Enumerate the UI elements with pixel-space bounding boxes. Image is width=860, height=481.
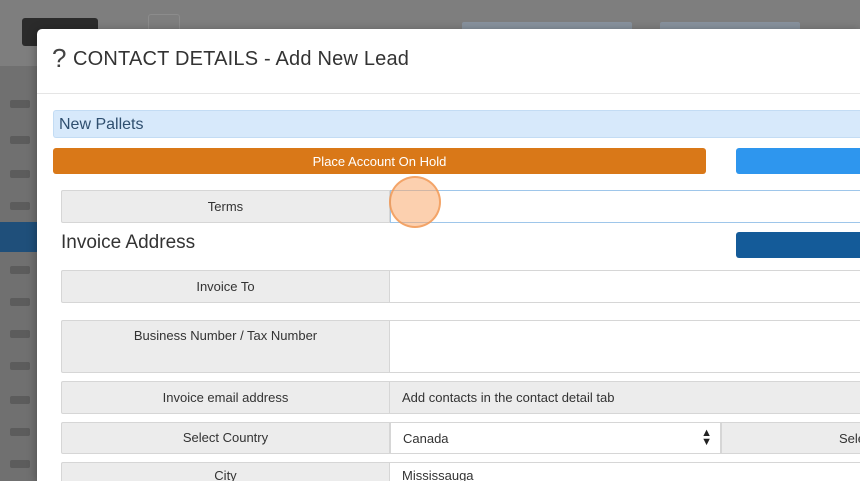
select-country-label: Select Country: [61, 422, 390, 454]
background-sidebar-item: [10, 298, 30, 306]
company-name: New Pallets: [59, 116, 144, 133]
invoice-address-title: Invoice Address: [61, 232, 196, 253]
business-number-input[interactable]: [390, 320, 860, 373]
action-button[interactable]: [736, 148, 860, 174]
city-label: City: [61, 462, 390, 481]
invoice-email-label: Invoice email address: [61, 381, 390, 414]
background-sidebar-item: [10, 202, 30, 210]
contact-details-modal: ? CONTACT DETAILS - Add New Lead New Pal…: [37, 29, 860, 481]
modal-header: ? CONTACT DETAILS - Add New Lead: [37, 29, 860, 94]
invoice-email-value: Add contacts in the contact detail tab: [390, 381, 860, 414]
background-sidebar-item: [10, 362, 30, 370]
select-province-label: Sele: [721, 422, 860, 454]
invoice-to-input[interactable]: [390, 270, 860, 303]
background-sidebar-item: [10, 460, 30, 468]
background-sidebar-item: [10, 330, 30, 338]
place-account-on-hold-button[interactable]: Place Account On Hold: [53, 148, 706, 174]
background-sidebar-item: [10, 170, 30, 178]
modal-title: CONTACT DETAILS - Add New Lead: [73, 48, 410, 70]
terms-input[interactable]: [390, 190, 860, 223]
background-sidebar-active: [0, 222, 38, 252]
background-sidebar-item: [10, 396, 30, 404]
click-indicator: [389, 176, 441, 228]
invoice-address-action-button[interactable]: [736, 232, 860, 258]
invoice-to-label: Invoice To: [61, 270, 390, 303]
background-sidebar-item: [10, 136, 30, 144]
business-number-label: Business Number / Tax Number: [61, 320, 390, 373]
company-name-bar: New Pallets: [53, 110, 860, 138]
select-updown-icon: ▲ ▼: [701, 427, 712, 448]
background-sidebar-item: [10, 428, 30, 436]
country-select[interactable]: Canada ▲ ▼: [390, 422, 721, 454]
country-select-value: Canada: [403, 431, 449, 446]
background-sidebar-item: [10, 100, 30, 108]
select-province-label-text: Sele: [839, 431, 860, 446]
help-icon[interactable]: ?: [52, 43, 66, 74]
background-sidebar-item: [10, 266, 30, 274]
terms-label: Terms: [61, 190, 390, 223]
city-input[interactable]: Mississauga: [390, 462, 860, 481]
